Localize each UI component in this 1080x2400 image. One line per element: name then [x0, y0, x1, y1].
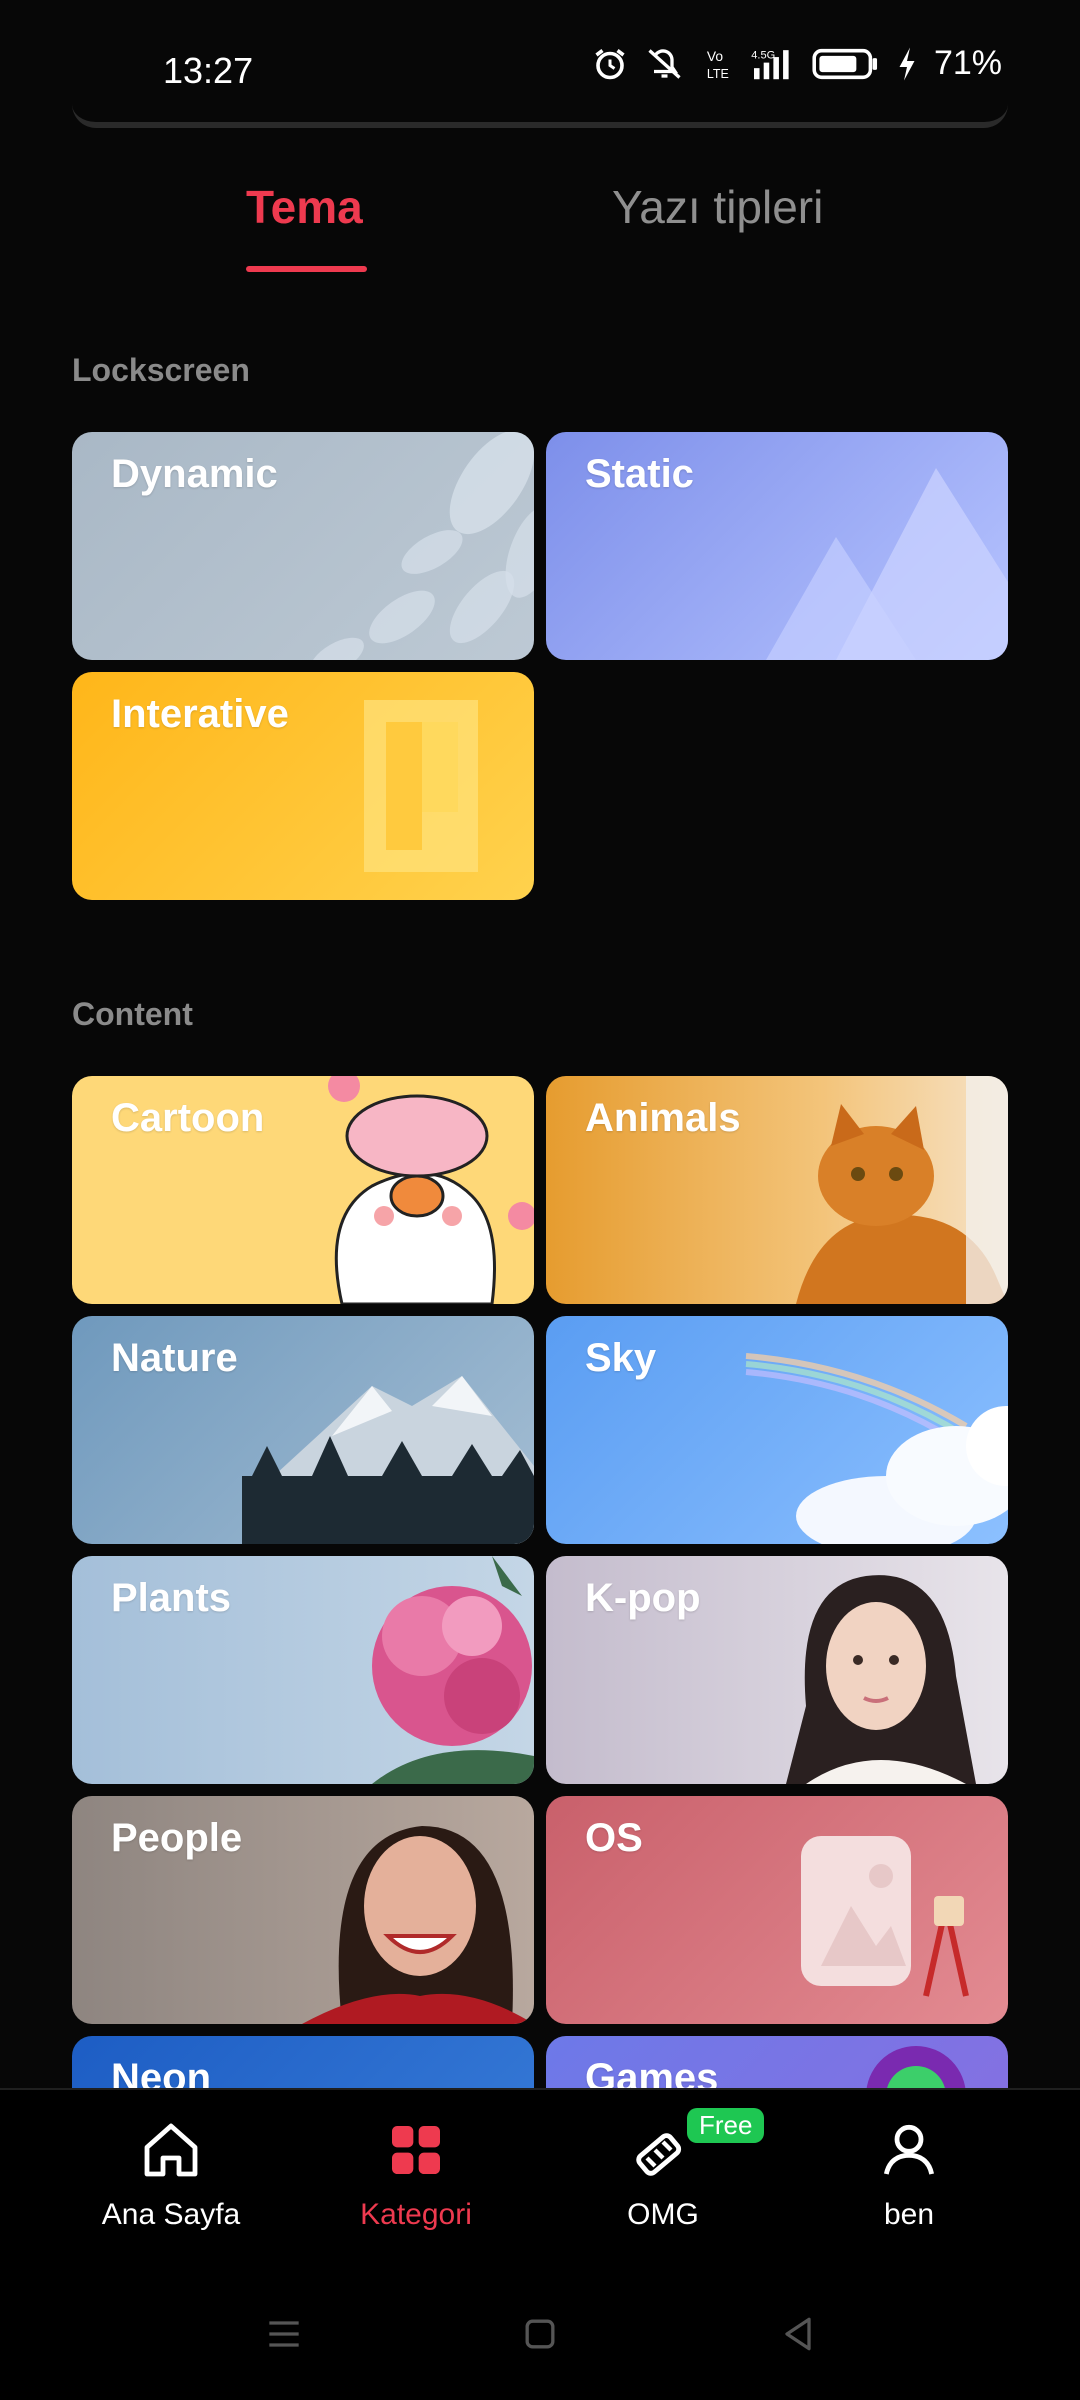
card-label: Dynamic: [111, 452, 278, 496]
brush-icon: [636, 2133, 682, 2176]
bottom-nav: Ana Sayfa Kategori Free OMG ben: [0, 2088, 1080, 2400]
card-sky[interactable]: Sky: [546, 1316, 1008, 1544]
grid-icon: [392, 2126, 440, 2174]
nav-label: Kategori: [360, 2198, 472, 2231]
battery-icon: [812, 47, 880, 81]
home-icon: [144, 2123, 198, 2177]
status-bar: 13:27 Vo LTE 4.5G 71%: [0, 0, 1080, 120]
card-people[interactable]: People: [72, 1796, 534, 2024]
signal-icon: 4.5G: [748, 46, 796, 82]
nav-item-kategori[interactable]: Kategori: [306, 2118, 526, 2232]
card-label: K-pop: [585, 1576, 701, 1620]
nav-item-ana-sayfa[interactable]: Ana Sayfa: [61, 2118, 281, 2232]
card-label: OS: [585, 1816, 643, 1860]
nav-label: ben: [883, 2198, 935, 2231]
back-icon[interactable]: [776, 2312, 820, 2356]
svg-text:LTE: LTE: [707, 66, 729, 80]
tab-bar: Tema Yazı tipleri: [0, 180, 1080, 280]
free-badge: Free: [687, 2108, 765, 2143]
svg-text:Vo: Vo: [707, 48, 723, 64]
card-label: Static: [585, 452, 694, 496]
card-static[interactable]: Static: [546, 432, 1008, 660]
card-label: Animals: [585, 1096, 741, 1140]
tab-yazi-tipleri[interactable]: Yazı tipleri: [612, 180, 823, 234]
battery-percent: 71%: [933, 44, 1002, 82]
card-os[interactable]: OS: [546, 1796, 1008, 2024]
home-square-icon[interactable]: [518, 2312, 562, 2356]
card-interative[interactable]: Interative: [72, 672, 534, 900]
screen: 13:27 Vo LTE 4.5G 71% Tema Yazı tipleri …: [0, 0, 1080, 2400]
card-label: Nature: [111, 1336, 238, 1380]
person-icon: [883, 2124, 935, 2175]
card-label: People: [111, 1816, 243, 1860]
header-edge: [72, 104, 1008, 128]
svg-text:4.5G: 4.5G: [751, 49, 775, 61]
card-kpop[interactable]: K-pop: [546, 1556, 1008, 1784]
card-plants[interactable]: Plants: [72, 1556, 534, 1784]
menu-icon[interactable]: [262, 2312, 306, 2356]
alarm-icon: [592, 46, 628, 82]
card-label: Interative: [111, 692, 289, 736]
card-label: Plants: [111, 1576, 232, 1620]
charging-icon: [896, 46, 918, 82]
card-nature[interactable]: Nature: [72, 1316, 534, 1544]
card-label: Cartoon: [111, 1096, 265, 1140]
section-title-lockscreen: Lockscreen: [72, 352, 250, 388]
tab-active-indicator: [246, 266, 367, 272]
nav-item-ben[interactable]: ben: [799, 2118, 1019, 2232]
mute-icon: [644, 46, 688, 82]
system-nav-bar: [0, 2312, 1080, 2362]
card-label: Sky: [585, 1336, 657, 1380]
status-time: 13:27: [163, 50, 254, 91]
section-title-content: Content: [72, 996, 193, 1032]
volte-icon: Vo LTE: [704, 46, 732, 82]
card-dynamic[interactable]: Dynamic: [72, 432, 534, 660]
card-cartoon[interactable]: Cartoon: [72, 1076, 534, 1304]
nav-label: OMG: [627, 2198, 699, 2231]
status-icons: Vo LTE 4.5G 71%: [592, 44, 1002, 83]
nav-label: Ana Sayfa: [101, 2198, 241, 2231]
card-animals[interactable]: Animals: [546, 1076, 1008, 1304]
nav-item-omg[interactable]: Free OMG: [553, 2108, 773, 2232]
tab-tema[interactable]: Tema: [246, 180, 363, 234]
